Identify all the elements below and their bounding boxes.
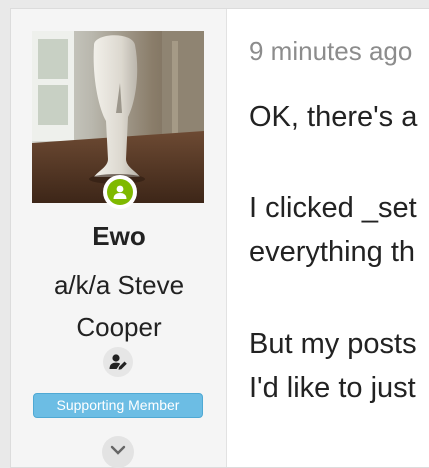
user-title-line-2: Cooper bbox=[76, 312, 162, 342]
user-title-line-1: a/k/a Steve bbox=[53, 270, 185, 300]
post-body-line: But my posts bbox=[249, 328, 417, 360]
post-body-line: everything th bbox=[249, 236, 416, 268]
supporting-member-badge: Supporting Member bbox=[33, 393, 203, 418]
user-title: a/k/a Steve Cooper bbox=[21, 264, 217, 348]
username-link[interactable]: Ewo bbox=[11, 221, 227, 252]
online-status-icon bbox=[107, 179, 133, 205]
user-edit-button[interactable] bbox=[103, 347, 133, 377]
post-content: 9 minutes ago OK, there's a I clicked _s… bbox=[227, 9, 429, 467]
online-status-indicator bbox=[103, 175, 137, 209]
post-body-line: I'd like to just bbox=[249, 372, 416, 404]
chevron-down-icon bbox=[110, 445, 126, 455]
user-expand-button[interactable] bbox=[102, 436, 134, 468]
post-body-line: OK, there's a bbox=[249, 101, 418, 133]
user-edit-icon bbox=[109, 354, 127, 370]
message-post: Ewo a/k/a Steve Cooper Supporting Member… bbox=[10, 8, 429, 468]
user-info-panel: Ewo a/k/a Steve Cooper Supporting Member bbox=[11, 9, 227, 468]
post-timestamp[interactable]: 9 minutes ago bbox=[249, 36, 412, 67]
post-body-line: I clicked _set bbox=[249, 192, 417, 224]
